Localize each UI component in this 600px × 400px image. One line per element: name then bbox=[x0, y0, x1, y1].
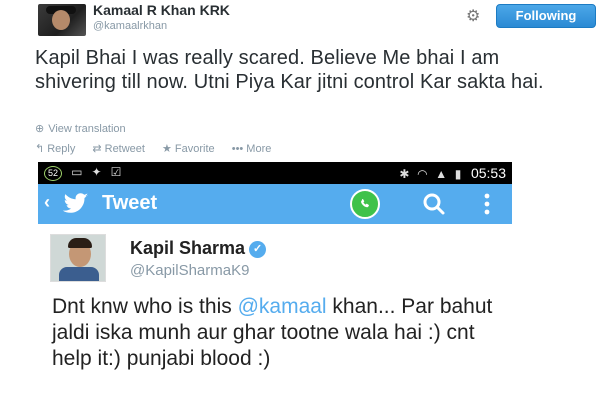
more-label: More bbox=[246, 143, 272, 155]
mention-link[interactable]: @kamaal bbox=[238, 295, 327, 318]
twitter-app-bar: ‹ Tweet bbox=[38, 184, 512, 224]
retweet-label: Retweet bbox=[104, 143, 145, 155]
overflow-menu-icon[interactable] bbox=[484, 192, 490, 216]
tweet-actions: ↰ Reply ⇄ Retweet ★ Favorite ••• More bbox=[35, 142, 285, 155]
reply-button[interactable]: ↰ Reply bbox=[35, 143, 75, 155]
verified-icon: ✓ bbox=[249, 241, 267, 258]
globe-icon: ⊕ bbox=[35, 123, 45, 135]
notification-count-badge: 52 bbox=[44, 166, 62, 181]
bluetooth-icon: ✱ bbox=[399, 167, 410, 181]
bbm-icon: ✦ bbox=[91, 165, 102, 179]
embedded-tweet-text: Dnt knw who is this @kamaal khan... Par … bbox=[52, 294, 502, 372]
embedded-tweet: Kapil Sharma ✓ @KapilSharmaK9 Dnt knw who… bbox=[38, 224, 512, 400]
favorite-button[interactable]: ★ Favorite bbox=[162, 143, 215, 155]
whatsapp-icon[interactable] bbox=[350, 189, 380, 219]
message-icon: ▭ bbox=[71, 165, 83, 179]
embedded-author-name[interactable]: Kapil Sharma ✓ bbox=[130, 238, 267, 259]
back-arrow-icon[interactable]: ‹ bbox=[44, 192, 50, 213]
embedded-author-name-label: Kapil Sharma bbox=[130, 238, 246, 258]
battery-icon: ▮ bbox=[454, 167, 462, 181]
avatar-face bbox=[52, 10, 70, 30]
kamaal-avatar[interactable] bbox=[38, 4, 86, 36]
view-translation-link[interactable]: ⊕ View translation bbox=[35, 122, 126, 135]
embedded-author-handle[interactable]: @KapilSharmaK9 bbox=[130, 262, 249, 279]
reply-icon: ↰ bbox=[35, 143, 45, 155]
more-button[interactable]: ••• More bbox=[232, 143, 272, 155]
check-icon: ☑ bbox=[110, 165, 122, 179]
star-icon: ★ bbox=[162, 143, 172, 155]
app-bar-title: Tweet bbox=[102, 192, 158, 214]
signal-icon: ▲ bbox=[435, 167, 448, 181]
gear-icon[interactable]: ⚙ bbox=[466, 6, 480, 26]
tweet-text-part1: Dnt knw who is this bbox=[52, 295, 238, 318]
favorite-label: Favorite bbox=[174, 143, 215, 155]
author-name[interactable]: Kamaal R Khan KRK bbox=[93, 2, 230, 18]
phone-status-bar: 52 ▭ ✦ ☑ ✱ ◠ ▲ ▮ 05:53 bbox=[38, 162, 512, 184]
retweet-button[interactable]: ⇄ Retweet bbox=[92, 143, 145, 155]
twitter-bird-icon bbox=[62, 193, 89, 213]
status-time: 05:53 bbox=[470, 165, 506, 181]
whatsapp-phone-glyph bbox=[361, 199, 369, 208]
top-tweet: Kamaal R Khan KRK @kamaalrkhan ⚙ Followi… bbox=[0, 0, 600, 164]
wifi-icon: ◠ bbox=[417, 167, 428, 181]
retweet-icon: ⇄ bbox=[92, 143, 102, 155]
search-icon[interactable] bbox=[420, 190, 448, 218]
status-left: 52 ▭ ✦ ☑ bbox=[44, 165, 127, 181]
ellipsis-icon: ••• bbox=[231, 143, 244, 155]
avatar-body bbox=[59, 267, 99, 281]
status-right: ✱ ◠ ▲ ▮ 05:53 bbox=[399, 165, 506, 181]
reply-label: Reply bbox=[47, 143, 76, 155]
following-button[interactable]: Following bbox=[496, 4, 596, 28]
tweet-text: Kapil Bhai I was really scared. Believe … bbox=[35, 47, 544, 93]
author-handle[interactable]: @kamaalrkhan bbox=[93, 20, 167, 32]
view-translation-label: View translation bbox=[48, 123, 126, 135]
avatar-hair bbox=[68, 238, 92, 248]
kapil-avatar[interactable] bbox=[50, 234, 106, 282]
